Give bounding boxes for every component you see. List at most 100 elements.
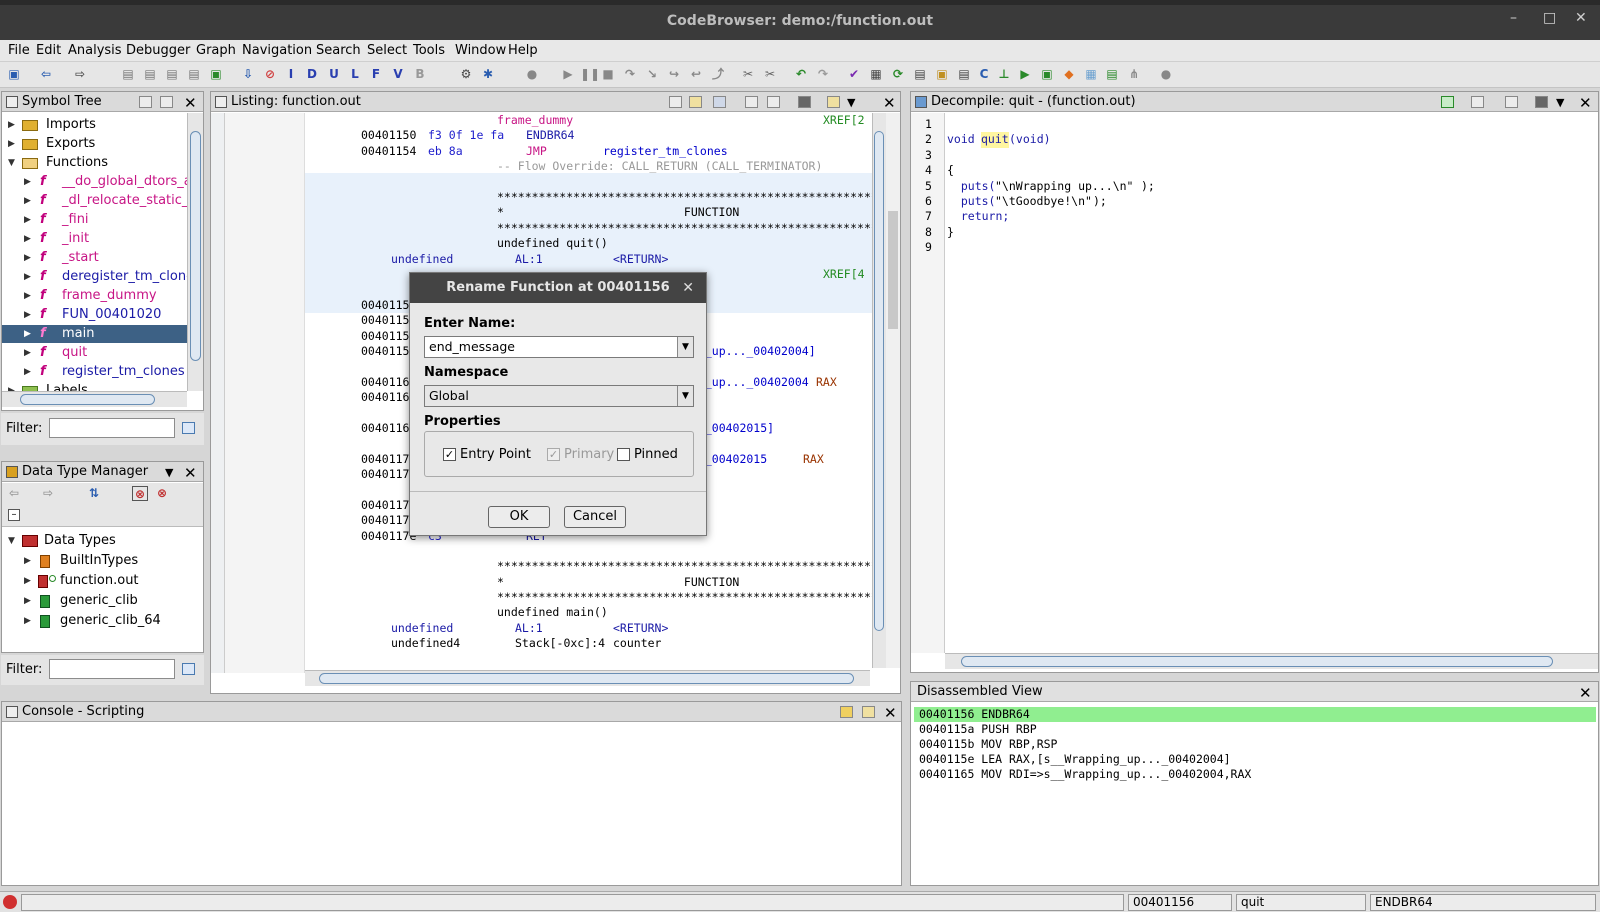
- listing-vscroll[interactable]: [872, 113, 886, 668]
- edit-icon[interactable]: [1505, 96, 1518, 108]
- tree-item-function[interactable]: ▶ f FUN_00401020: [2, 306, 187, 324]
- nav-icon-5[interactable]: ▣: [208, 67, 224, 82]
- l-icon[interactable]: L: [347, 67, 363, 82]
- help-icon[interactable]: ●: [1158, 67, 1174, 82]
- back-icon[interactable]: ⇦: [38, 67, 54, 82]
- label-frame-dummy[interactable]: frame_dummy: [497, 113, 573, 128]
- close-window-icon[interactable]: ✕: [1575, 10, 1587, 26]
- collapse-icon[interactable]: ▼: [8, 154, 15, 172]
- scroll-thumb[interactable]: [190, 131, 201, 361]
- menu-debugger[interactable]: Debugger: [126, 43, 190, 58]
- decompile-hscroll[interactable]: [945, 653, 1598, 669]
- filter-off-icon[interactable]: ⊗: [132, 486, 148, 501]
- tree-item-function[interactable]: ▶ f deregister_tm_clone: [2, 268, 187, 286]
- stop-icon[interactable]: ⊘: [262, 67, 278, 82]
- check-icon[interactable]: ✔: [846, 67, 862, 82]
- tree-icon[interactable]: ⋔: [1126, 67, 1142, 82]
- step-icon-1[interactable]: ↷: [622, 67, 638, 82]
- scroll-thumb[interactable]: [20, 394, 155, 405]
- collapse-icon[interactable]: ▼: [8, 532, 15, 550]
- expand-icon[interactable]: ▶: [24, 363, 31, 381]
- namespace-select[interactable]: Global ▼: [424, 385, 694, 407]
- tree-item-function[interactable]: ▶ f _fini: [2, 211, 187, 229]
- checkbox-box[interactable]: [617, 448, 630, 461]
- disasm-line[interactable]: 00401165 MOV RDI=>s__Wrapping_up..._0040…: [919, 767, 1251, 782]
- call-puts[interactable]: puts(: [947, 179, 996, 194]
- scroll-thumb[interactable]: [874, 131, 884, 631]
- expand-icon[interactable]: ▶: [24, 325, 31, 343]
- xref[interactable]: XREF[4: [823, 267, 865, 282]
- symbol-filter-input[interactable]: [49, 418, 175, 438]
- tree-item-labels[interactable]: ▶ Labels: [2, 382, 187, 391]
- tree-item-function[interactable]: ▶ f _dl_relocate_static_p: [2, 192, 187, 210]
- forward-icon[interactable]: ⇨: [72, 67, 88, 82]
- run-icon[interactable]: ▶: [1017, 67, 1033, 82]
- maximize-icon[interactable]: □: [1543, 10, 1556, 26]
- pause-icon[interactable]: ❚❚: [580, 67, 600, 82]
- bytes-icon[interactable]: ▦: [868, 67, 884, 82]
- menu-navigation[interactable]: Navigation: [242, 43, 312, 58]
- close-disassembled-icon[interactable]: ✕: [1579, 683, 1592, 703]
- step-icon-3[interactable]: ↪: [666, 67, 682, 82]
- mnemonic[interactable]: JMP: [526, 144, 547, 159]
- table-icon[interactable]: ▦: [1083, 67, 1099, 82]
- tree-item-function[interactable]: ▶ f register_tm_clones: [2, 363, 187, 381]
- snapshot-icon[interactable]: [798, 96, 811, 108]
- mnemonic[interactable]: ENDBR64: [526, 128, 574, 143]
- overview-bar[interactable]: [886, 113, 900, 668]
- expand-icon[interactable]: ▶: [24, 306, 31, 324]
- close-decompile-icon[interactable]: ✕: [1579, 93, 1592, 113]
- i-icon[interactable]: I: [283, 67, 299, 82]
- expand-icon[interactable]: ▶: [8, 116, 15, 134]
- expand-icon[interactable]: ▶: [24, 592, 31, 610]
- dtm-item-root[interactable]: ▼ Data Types: [2, 532, 203, 550]
- dtm-menu-icon[interactable]: ▼: [165, 463, 173, 483]
- paste-icon[interactable]: [689, 96, 702, 108]
- nav-icon-3[interactable]: ▤: [164, 67, 180, 82]
- dtm-item[interactable]: ▶ generic_clib_64: [2, 612, 203, 630]
- cursor-icon[interactable]: [713, 96, 726, 108]
- save-icon[interactable]: ▣: [6, 67, 22, 82]
- xref[interactable]: XREF[2: [823, 113, 865, 128]
- close-dtm-icon[interactable]: ✕: [184, 463, 197, 483]
- bug-icon[interactable]: ✱: [480, 67, 496, 82]
- refresh-icon[interactable]: [1441, 96, 1454, 108]
- operand[interactable]: ng_up..._00402004]: [691, 344, 816, 359]
- create-class-icon[interactable]: [160, 96, 173, 108]
- symbol-tree-vscroll[interactable]: [187, 113, 203, 391]
- dtm-filter-input[interactable]: [49, 659, 175, 679]
- expand-icon[interactable]: ▶: [24, 344, 31, 362]
- menu-graph[interactable]: Graph: [196, 43, 236, 58]
- string-literal[interactable]: "\tGoodbye!\n": [995, 194, 1092, 209]
- expand-icon[interactable]: ▶: [8, 382, 15, 391]
- tree-item-function[interactable]: ▶ f _start: [2, 249, 187, 267]
- menu-analysis[interactable]: Analysis: [68, 43, 122, 58]
- register[interactable]: RAX: [803, 452, 824, 467]
- menu-help[interactable]: Help: [508, 43, 538, 58]
- disasm-line[interactable]: 0040115a PUSH RBP: [919, 722, 1037, 737]
- v-icon[interactable]: V: [390, 67, 406, 82]
- collapse-all-icon[interactable]: –: [8, 509, 20, 521]
- expand-icon[interactable]: ▶: [24, 211, 31, 229]
- ok-button[interactable]: OK: [488, 506, 550, 528]
- nav-icon-2[interactable]: ▤: [142, 67, 158, 82]
- expand-icon[interactable]: ▶: [24, 173, 31, 191]
- folder-icon[interactable]: ▣: [934, 67, 950, 82]
- console-output[interactable]: [2, 723, 901, 885]
- menu-file[interactable]: File: [8, 43, 30, 58]
- decompile-menu-icon[interactable]: ▼: [1556, 93, 1564, 113]
- decompile-icon[interactable]: C: [976, 67, 992, 82]
- address[interactable]: 00401150: [361, 128, 416, 143]
- copy-icon[interactable]: [669, 96, 682, 108]
- disasm-line[interactable]: 0040115b MOV RBP,RSP: [919, 737, 1057, 752]
- disasm-line[interactable]: 0040115e LEA RAX,[s__Wrapping_up..._0040…: [919, 752, 1231, 767]
- menu-search[interactable]: Search: [316, 43, 361, 58]
- expand-icon[interactable]: ▶: [8, 135, 15, 153]
- d-icon[interactable]: D: [304, 67, 320, 82]
- copy-icon[interactable]: [1471, 96, 1484, 108]
- tree-item-function[interactable]: ▶ f __do_global_dtors_au: [2, 173, 187, 191]
- f-icon[interactable]: F: [368, 67, 384, 82]
- diff-icon[interactable]: [767, 96, 780, 108]
- listing-menu-icon[interactable]: ▼: [847, 93, 855, 113]
- stop-square-icon[interactable]: ■: [600, 67, 616, 82]
